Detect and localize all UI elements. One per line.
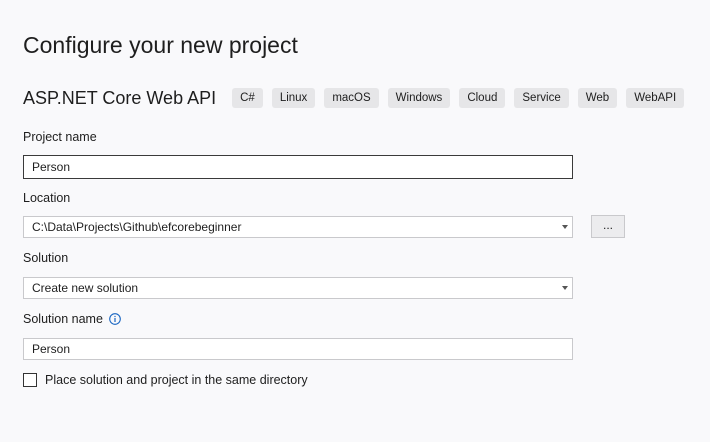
solution-name-value: Person [32,342,71,356]
solution-dropdown[interactable]: Create new solution [23,277,573,299]
browse-location-button[interactable]: ... [591,215,625,238]
same-directory-checkbox[interactable] [23,373,37,387]
solution-value: Create new solution [32,281,139,295]
info-icon[interactable] [109,313,121,325]
solution-name-input[interactable]: Person [23,338,573,360]
page-title: Configure your new project [23,32,298,58]
chevron-down-icon [562,225,568,229]
solution-name-label: Solution name [23,312,103,326]
location-value: C:\Data\Projects\Github\efcorebeginner [32,220,242,234]
location-dropdown[interactable]: C:\Data\Projects\Github\efcorebeginner [23,216,573,238]
tag-macos: macOS [324,88,379,108]
template-name: ASP.NET Core Web API [23,87,217,108]
solution-name-label-row: Solution name [23,312,121,326]
project-name-label: Project name [23,130,97,144]
tag-webapi: WebAPI [626,88,685,108]
project-name-value: Person [32,160,71,174]
template-tags: C# Linux macOS Windows Cloud Service Web… [232,88,693,108]
tag-web: Web [577,88,618,108]
tag-cloud: Cloud [459,88,506,108]
chevron-down-icon [562,286,568,290]
template-header: ASP.NET Core Web API C# Linux macOS Wind… [23,86,693,110]
project-name-input[interactable]: Person [23,155,573,179]
location-label: Location [23,191,71,205]
solution-label: Solution [23,251,69,265]
same-directory-label: Place solution and project in the same d… [45,373,308,387]
tag-windows: Windows [387,88,451,108]
tag-csharp: C# [232,88,263,108]
tag-service: Service [514,88,569,108]
tag-linux: Linux [271,88,316,108]
same-directory-option[interactable]: Place solution and project in the same d… [23,373,308,387]
configure-project-page: Configure your new project ASP.NET Core … [0,0,710,442]
